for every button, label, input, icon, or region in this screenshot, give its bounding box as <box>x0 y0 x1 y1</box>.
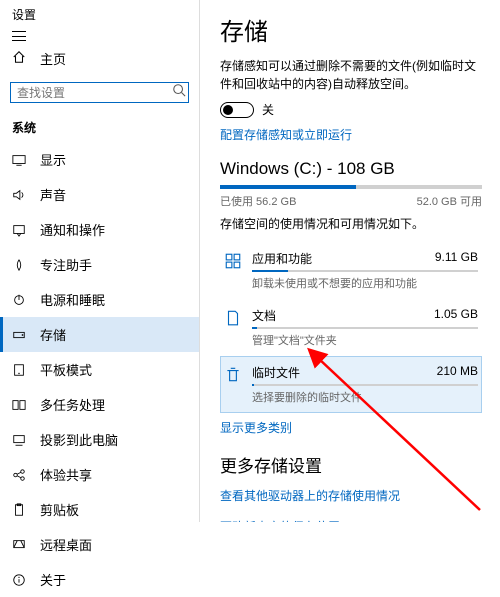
sound-icon <box>12 188 26 202</box>
sidebar-item-project[interactable]: 投影到此电脑 <box>0 422 199 457</box>
more-settings-title: 更多存储设置 <box>220 452 482 477</box>
sidebar-item-power[interactable]: 电源和睡眠 <box>0 282 199 317</box>
category-apps[interactable]: 应用和功能9.11 GB 卸载未使用或不想要的应用和功能 <box>220 242 482 299</box>
home-icon <box>12 50 26 67</box>
document-icon <box>224 307 242 332</box>
storage-sense-desc: 存储感知可以通过删除不需要的文件(例如临时文件和回收站中的内容)自动释放空间。 <box>220 57 482 93</box>
sidebar-item-tablet[interactable]: 平板模式 <box>0 352 199 387</box>
search-field[interactable] <box>17 86 172 100</box>
storage-icon <box>12 328 26 342</box>
trash-icon <box>224 364 242 389</box>
apps-icon <box>224 250 242 275</box>
sidebar-item-multitask[interactable]: 多任务处理 <box>0 387 199 422</box>
remote-icon <box>12 538 26 552</box>
storage-sense-toggle[interactable] <box>220 102 254 118</box>
info-icon <box>12 573 26 587</box>
clipboard-icon <box>12 503 26 517</box>
drive-title: Windows (C:) - 108 GB <box>220 159 482 179</box>
category-documents[interactable]: 文档1.05 GB 管理"文档"文件夹 <box>220 299 482 356</box>
page-title: 存储 <box>220 12 482 47</box>
more-link-other-drives[interactable]: 查看其他驱动器上的存储使用情况 <box>220 487 482 504</box>
sidebar-item-notifications[interactable]: 通知和操作 <box>0 212 199 247</box>
more-link-save-location[interactable]: 更改新内容的保存位置 <box>220 518 482 522</box>
drive-usage-bar <box>220 185 482 189</box>
sidebar-item-focus[interactable]: 专注助手 <box>0 247 199 282</box>
sidebar-item-sound[interactable]: 声音 <box>0 177 199 212</box>
search-icon <box>172 83 186 102</box>
toggle-label: 关 <box>262 101 274 118</box>
sidebar-item-storage[interactable]: 存储 <box>0 317 199 352</box>
menu-icon[interactable] <box>12 31 26 41</box>
configure-link[interactable]: 配置存储感知或立即运行 <box>220 126 482 143</box>
show-more-link[interactable]: 显示更多类别 <box>220 419 482 436</box>
power-icon <box>12 293 26 307</box>
home-button[interactable]: 主页 <box>0 41 199 76</box>
sidebar-item-display[interactable]: 显示 <box>0 142 199 177</box>
usage-desc: 存储空间的使用情况和可用情况如下。 <box>220 215 482 232</box>
sidebar-item-about[interactable]: 关于 <box>0 562 199 597</box>
multitask-icon <box>12 398 26 412</box>
window-title: 设置 <box>12 6 36 23</box>
sidebar-item-shared[interactable]: 体验共享 <box>0 457 199 492</box>
free-label: 52.0 GB 可用 <box>417 193 482 209</box>
main-panel: 存储 存储感知可以通过删除不需要的文件(例如临时文件和回收站中的内容)自动释放空… <box>200 0 500 522</box>
share-icon <box>12 468 26 482</box>
section-label: 系统 <box>0 113 199 142</box>
search-input[interactable] <box>10 82 189 103</box>
display-icon <box>12 153 26 167</box>
used-label: 已使用 56.2 GB <box>220 193 296 209</box>
sidebar-item-remote[interactable]: 远程桌面 <box>0 527 199 562</box>
project-icon <box>12 433 26 447</box>
sidebar: 设置 主页 系统 显示 声音 通知和操作 <box>0 0 200 522</box>
home-label: 主页 <box>40 49 66 68</box>
notification-icon <box>12 223 26 237</box>
focus-icon <box>12 258 26 272</box>
category-temp[interactable]: 临时文件210 MB 选择要删除的临时文件 <box>220 356 482 413</box>
tablet-icon <box>12 363 26 377</box>
